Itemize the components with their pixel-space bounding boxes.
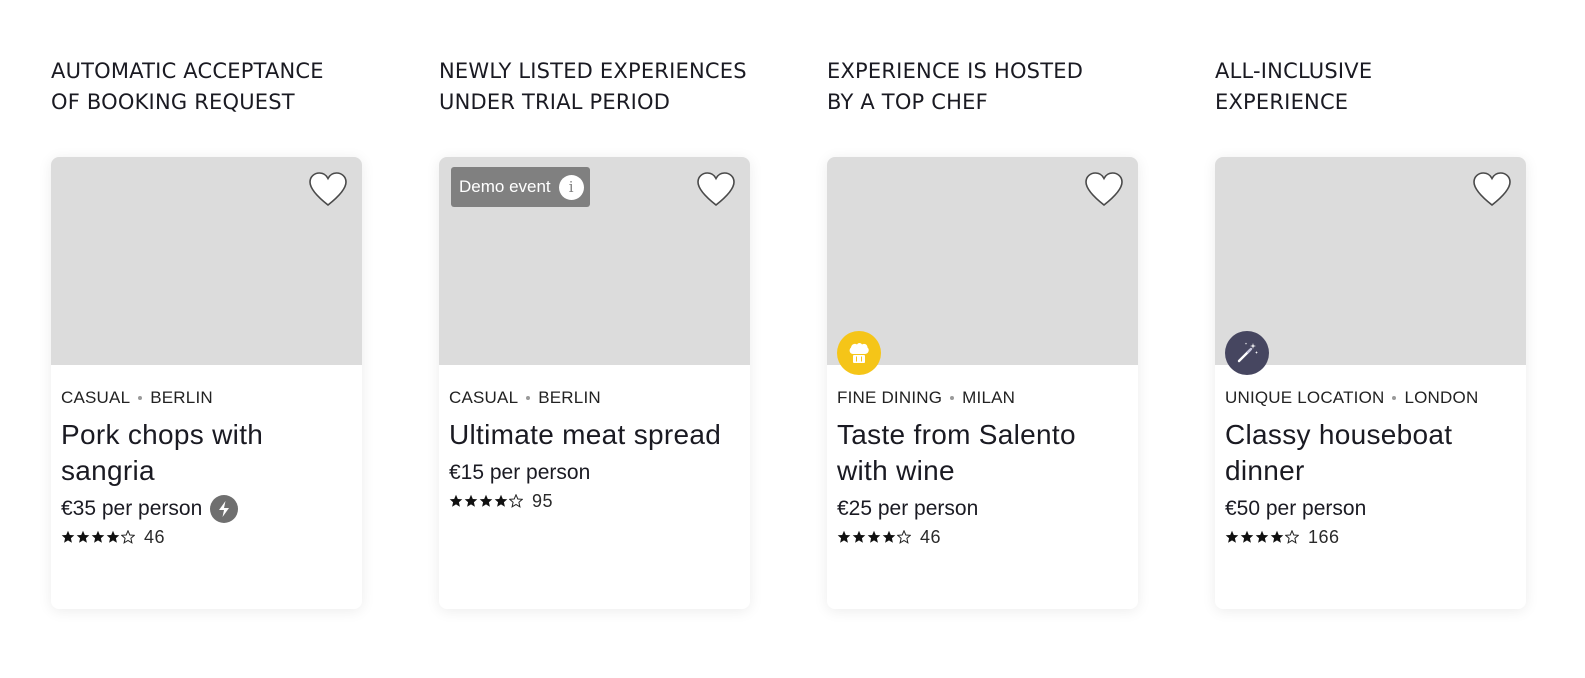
card-meta: UNIQUE LOCATION LONDON	[1225, 385, 1516, 411]
column-heading: AUTOMATIC ACCEPTANCE OF BOOKING REQUEST	[51, 59, 324, 114]
review-count: 166	[1308, 526, 1340, 547]
review-count: 46	[920, 526, 942, 547]
card-title[interactable]: Ultimate meat spread	[449, 417, 740, 453]
star-rating	[61, 530, 135, 544]
demo-event-badge[interactable]: Demo event i	[451, 167, 590, 207]
experience-card[interactable]: FINE DINING MILAN Taste from Salento wit…	[827, 157, 1138, 609]
column-heading: EXPERIENCE IS HOSTED BY A TOP CHEF	[827, 59, 1084, 114]
star-filled-icon	[464, 494, 478, 507]
card-body: FINE DINING MILAN Taste from Salento wit…	[827, 365, 1138, 549]
column-all-inclusive: ALL-INCLUSIVE EXPERIENCE UNIQUE LOCATION…	[1215, 56, 1526, 609]
column-top-chef: EXPERIENCE IS HOSTED BY A TOP CHEF FINE …	[827, 56, 1138, 609]
rating-row: 166	[1225, 525, 1516, 549]
heart-icon[interactable]	[1472, 171, 1512, 209]
rating-row: 46	[61, 525, 352, 549]
card-title[interactable]: Pork chops with sangria	[61, 417, 352, 489]
card-image-placeholder	[51, 157, 362, 365]
info-icon[interactable]: i	[558, 174, 584, 200]
card-image-placeholder	[1215, 157, 1526, 375]
city-label: MILAN	[962, 388, 1016, 407]
city-label: LONDON	[1404, 388, 1479, 407]
star-filled-icon	[479, 494, 493, 507]
star-rating	[1225, 530, 1299, 544]
lightning-icon	[210, 495, 239, 523]
card-body: CASUAL BERLIN Ultimate meat spread €15 p…	[439, 365, 750, 513]
review-count: 95	[532, 490, 554, 511]
column-instant-booking: AUTOMATIC ACCEPTANCE OF BOOKING REQUEST …	[51, 56, 362, 609]
star-filled-icon	[867, 530, 881, 543]
price-label: €15 per person	[449, 461, 591, 484]
star-empty-icon	[509, 494, 523, 508]
city-label: BERLIN	[538, 388, 601, 407]
separator-dot	[526, 396, 531, 400]
star-filled-icon	[106, 530, 120, 543]
card-meta: CASUAL BERLIN	[449, 385, 740, 411]
star-filled-icon	[1270, 530, 1284, 543]
star-filled-icon	[1255, 530, 1269, 543]
star-empty-icon	[897, 530, 911, 544]
heart-icon[interactable]	[308, 171, 348, 209]
price-row: €15 per person	[449, 457, 740, 489]
star-filled-icon	[882, 530, 896, 543]
category-label: CASUAL	[449, 388, 519, 407]
magic-wand-icon	[1225, 331, 1269, 375]
category-label: CASUAL	[61, 388, 131, 407]
star-filled-icon	[91, 530, 105, 543]
star-filled-icon	[449, 494, 463, 507]
price-row: €25 per person	[837, 493, 1128, 525]
price-row: €50 per person	[1225, 493, 1516, 525]
star-filled-icon	[1225, 530, 1239, 543]
experience-card[interactable]: CASUAL BERLIN Pork chops with sangria €3…	[51, 157, 362, 609]
card-meta: FINE DINING MILAN	[837, 385, 1128, 411]
card-image-placeholder	[827, 157, 1138, 375]
star-filled-icon	[76, 530, 90, 543]
price-row: €35 per person	[61, 493, 352, 525]
separator-dot	[138, 396, 143, 400]
price-label: €25 per person	[837, 497, 979, 520]
star-empty-icon	[1285, 530, 1299, 544]
review-count: 46	[144, 526, 166, 547]
category-label: FINE DINING	[837, 388, 943, 407]
card-title[interactable]: Taste from Salento with wine	[837, 417, 1128, 489]
star-rating	[837, 530, 911, 544]
experience-card[interactable]: UNIQUE LOCATION LONDON Classy houseboat …	[1215, 157, 1526, 609]
demo-event-label: Demo event	[459, 177, 551, 196]
star-filled-icon	[61, 530, 75, 543]
category-label: UNIQUE LOCATION	[1225, 388, 1385, 407]
star-empty-icon	[121, 530, 135, 544]
star-rating	[449, 494, 523, 508]
card-body: CASUAL BERLIN Pork chops with sangria €3…	[51, 365, 362, 549]
column-heading: ALL-INCLUSIVE EXPERIENCE	[1215, 59, 1373, 114]
separator-dot	[1392, 396, 1397, 400]
column-heading: NEWLY LISTED EXPERIENCES UNDER TRIAL PER…	[439, 59, 747, 114]
star-filled-icon	[837, 530, 851, 543]
chef-hat-icon	[837, 331, 881, 375]
column-trial-period: NEWLY LISTED EXPERIENCES UNDER TRIAL PER…	[439, 56, 750, 609]
price-label: €35 per person	[61, 497, 203, 520]
city-label: BERLIN	[150, 388, 213, 407]
separator-dot	[950, 396, 955, 400]
card-image-placeholder: Demo event i	[439, 157, 750, 365]
star-filled-icon	[1240, 530, 1254, 543]
star-filled-icon	[852, 530, 866, 543]
price-label: €50 per person	[1225, 497, 1367, 520]
rating-row: 46	[837, 525, 1128, 549]
heart-icon[interactable]	[696, 171, 736, 209]
card-meta: CASUAL BERLIN	[61, 385, 352, 411]
card-title[interactable]: Classy houseboat dinner	[1225, 417, 1516, 489]
experience-card[interactable]: Demo event i CASUAL BERLIN Ultimate meat…	[439, 157, 750, 609]
rating-row: 95	[449, 489, 740, 513]
star-filled-icon	[494, 494, 508, 507]
card-body: UNIQUE LOCATION LONDON Classy houseboat …	[1215, 365, 1526, 549]
experience-columns: AUTOMATIC ACCEPTANCE OF BOOKING REQUEST …	[51, 56, 1526, 609]
heart-icon[interactable]	[1084, 171, 1124, 209]
